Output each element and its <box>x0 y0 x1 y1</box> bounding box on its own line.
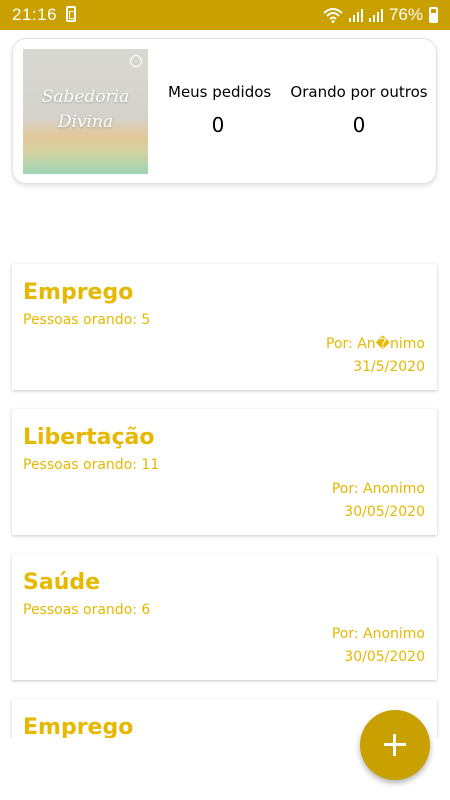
wifi-icon <box>323 8 343 23</box>
prayer-date: 31/5/2020 <box>353 359 425 375</box>
prayer-card[interactable]: Libertação Pessoas orando: 11 Por: Anoni… <box>12 409 437 535</box>
orando-por-outros-count: 0 <box>352 113 366 137</box>
prayer-people-count: Pessoas orando: 6 <box>23 602 151 618</box>
prayer-people-count: Pessoas orando: 11 <box>23 457 160 473</box>
cover-title: Sabedoria Divina <box>23 85 148 135</box>
status-bar: 21:16 76% <box>0 0 450 30</box>
meus-pedidos-count: 0 <box>211 113 225 137</box>
prayer-author: Por: Anonimo <box>331 481 425 497</box>
orando-por-outros-stat[interactable]: Orando por outros 0 <box>289 83 429 137</box>
prayer-card[interactable]: Emprego Pessoas orando: 5 Por: An�nimo 3… <box>12 264 437 390</box>
battery-percent: 76% <box>388 5 423 24</box>
signal-icon <box>368 8 383 22</box>
signal-icon <box>348 8 363 22</box>
cover-title-line2: Divina <box>57 112 114 132</box>
podcast-icon <box>130 55 142 67</box>
prayer-list[interactable]: Emprego Pessoas orando: 5 Por: An�nimo 3… <box>0 250 450 738</box>
podcast-cover-image: Sabedoria Divina <box>23 49 148 174</box>
prayer-author: Por: Anonimo <box>331 626 425 642</box>
add-prayer-button[interactable] <box>360 710 430 780</box>
status-time: 21:16 <box>12 5 58 24</box>
meus-pedidos-stat[interactable]: Meus pedidos 0 <box>168 83 272 137</box>
battery-icon <box>429 7 438 23</box>
prayer-people-count: Pessoas orando: 5 <box>23 312 151 328</box>
prayer-title: Emprego <box>23 280 134 305</box>
prayer-title: Saúde <box>23 570 101 595</box>
prayer-title: Libertação <box>23 425 155 450</box>
orando-por-outros-label: Orando por outros <box>290 83 428 101</box>
notification-icon <box>66 6 76 22</box>
meus-pedidos-label: Meus pedidos <box>168 83 272 101</box>
status-icons: 76% <box>323 5 438 25</box>
summary-card: Sabedoria Divina Meus pedidos 0 Orando p… <box>12 38 437 184</box>
prayer-date: 30/05/2020 <box>344 504 425 520</box>
prayer-card[interactable]: Saúde Pessoas orando: 6 Por: Anonimo 30/… <box>12 554 437 680</box>
cover-title-line1: Sabedoria <box>41 87 130 107</box>
prayer-author: Por: An�nimo <box>326 336 425 352</box>
prayer-date: 30/05/2020 <box>344 649 425 665</box>
prayer-title: Emprego <box>23 715 134 738</box>
